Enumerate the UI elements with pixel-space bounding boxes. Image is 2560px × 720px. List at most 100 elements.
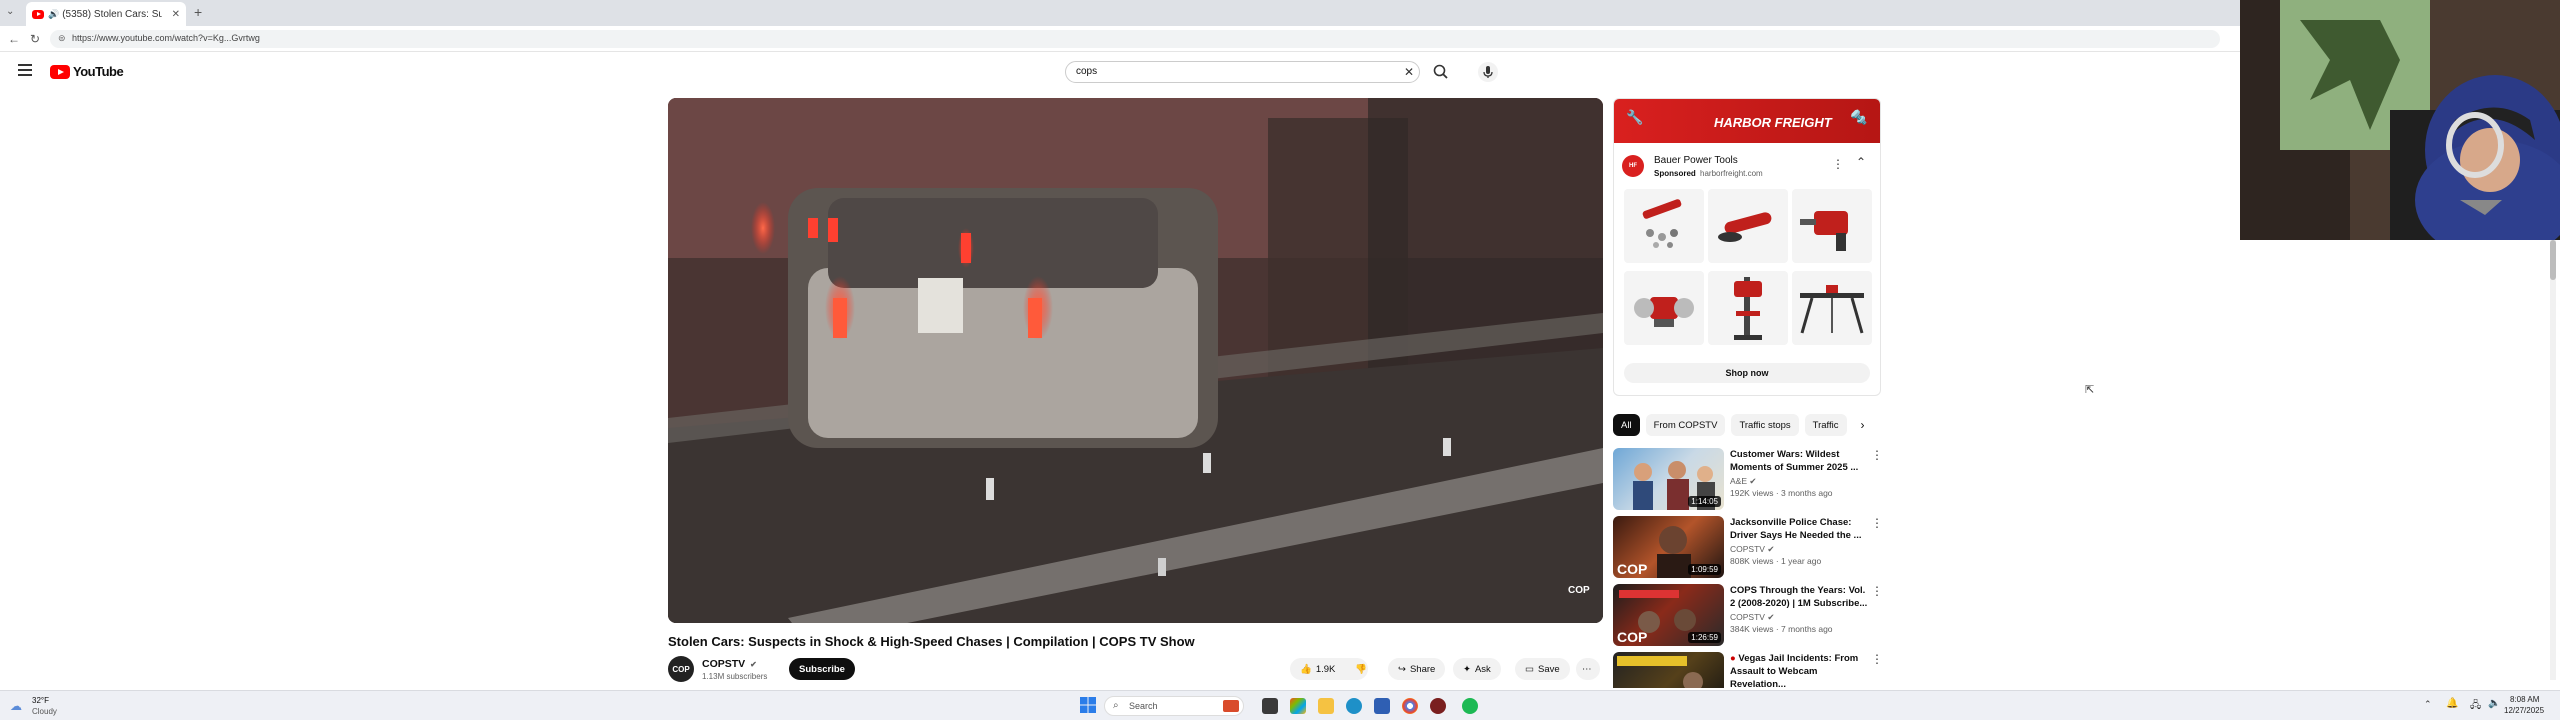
recommendation-title[interactable]: COPS Through the Years: Vol. 2 (2008-202… <box>1730 584 1870 610</box>
svg-text:COP: COP <box>1617 561 1647 577</box>
product-image-6[interactable] <box>1792 271 1872 345</box>
channel-name[interactable]: COPSTV ✔ <box>702 658 757 670</box>
recommendation-item[interactable]: COP 1:26:59 COPS Through the Years: Vol.… <box>1613 584 1893 648</box>
advertiser-name[interactable]: Bauer Power Tools <box>1654 155 1738 166</box>
collapse-chevron-up-icon[interactable]: ⌃ <box>1856 155 1866 169</box>
url-field[interactable]: ⊜ https://www.youtube.com/watch?v=Kg...G… <box>50 30 2220 48</box>
recommendation-title[interactable]: ● Vegas Jail Incidents: From Assault to … <box>1730 652 1870 688</box>
verified-icon: ✔ <box>1749 476 1757 486</box>
chip-traffic-stops[interactable]: Traffic stops <box>1731 414 1799 436</box>
recommendation-menu-icon[interactable]: ⋮ <box>1871 516 1883 530</box>
audio-playing-icon[interactable]: 🔊 <box>48 9 59 20</box>
like-count[interactable]: 1.9K <box>1316 664 1336 675</box>
ask-label: Ask <box>1474 663 1491 675</box>
chip-from-copstv[interactable]: From COPSTV <box>1645 414 1726 436</box>
search-input[interactable]: cops ✕ <box>1065 61 1420 83</box>
search-button[interactable] <box>1432 63 1450 81</box>
back-arrow-icon[interactable]: ← <box>8 32 20 46</box>
like-icon[interactable]: 👍 <box>1300 664 1312 675</box>
ask-button[interactable]: ✦ Ask <box>1453 658 1501 680</box>
recommendation-thumbnail[interactable] <box>1613 652 1724 688</box>
recommendation-menu-icon[interactable]: ⋮ <box>1871 652 1883 666</box>
video-duration: 1:09:59 <box>1688 564 1721 575</box>
browser-tab-active[interactable]: 🔊 (5358) Stolen Cars: Suspects in Sh ✕ <box>26 2 186 26</box>
recommendation-title[interactable]: Jacksonville Police Chase: Driver Says H… <box>1730 516 1870 542</box>
save-button[interactable]: ▭ Save <box>1515 658 1570 680</box>
product-image-2[interactable] <box>1708 189 1788 263</box>
product-image-5[interactable] <box>1708 271 1788 345</box>
channel-avatar[interactable]: COP <box>668 656 694 682</box>
sponsored-label: Sponsored <box>1654 169 1696 178</box>
reload-icon[interactable]: ↻ <box>30 32 40 46</box>
address-bar-row: ← ↻ ⊜ https://www.youtube.com/watch?v=Kg… <box>0 26 2240 52</box>
subscribe-button[interactable]: Subscribe <box>789 658 855 680</box>
start-button[interactable] <box>1080 697 1096 713</box>
more-actions-button[interactable]: ⋯ <box>1576 658 1600 680</box>
recommendation-thumbnail[interactable]: COP 1:26:59 <box>1613 584 1724 646</box>
show-hidden-icons-chevron-icon[interactable]: ⌃ <box>2424 699 2432 710</box>
notification-bell-icon[interactable]: 🔔 <box>2446 698 2458 709</box>
ad-options-icon[interactable]: ⋮ <box>1832 157 1844 171</box>
page-scrollbar[interactable] <box>2550 240 2556 680</box>
recommendation-thumbnail[interactable]: COP 1:09:59 <box>1613 516 1724 578</box>
recommendation-title[interactable]: Customer Wars: Wildest Moments of Summer… <box>1730 448 1870 474</box>
windows-logo-icon <box>1080 697 1096 713</box>
new-tab-button[interactable]: + <box>194 4 202 20</box>
spotify-icon[interactable] <box>1462 698 1478 714</box>
svg-text:COP: COP <box>1617 629 1647 645</box>
tab-title: (5358) Stolen Cars: Suspects in Sh <box>62 8 163 20</box>
product-image-4[interactable] <box>1624 271 1704 345</box>
chips-next-chevron-icon[interactable]: › <box>1853 414 1873 436</box>
product-image-3[interactable] <box>1792 189 1872 263</box>
edge-browser-icon[interactable] <box>1346 698 1362 714</box>
clock-date[interactable]: 12/27/2025 <box>2504 706 2544 715</box>
recommendation-item[interactable]: COP 1:09:59 Jacksonville Police Chase: D… <box>1613 516 1893 580</box>
recommendation-title-text: Vegas Jail Incidents: From Assault to We… <box>1730 653 1859 688</box>
youtube-logo[interactable]: YouTube <box>50 64 124 79</box>
chip-traffic[interactable]: Traffic <box>1804 414 1847 436</box>
recommendation-item[interactable]: ● Vegas Jail Incidents: From Assault to … <box>1613 652 1893 688</box>
chip-all[interactable]: All <box>1613 414 1640 436</box>
share-button[interactable]: ↪ Share <box>1388 658 1446 680</box>
recommendation-meta: 192K views · 3 months ago <box>1730 488 1833 498</box>
copilot-icon[interactable] <box>1290 698 1306 714</box>
search-highlight-icon <box>1223 700 1239 712</box>
subscriber-count: 1.13M subscribers <box>702 672 768 681</box>
recommendation-meta: 384K views · 7 months ago <box>1730 624 1833 634</box>
shop-now-button[interactable]: Shop now <box>1624 363 1870 383</box>
recommendation-channel-text: COPSTV <box>1730 612 1765 622</box>
recommendation-menu-icon[interactable]: ⋮ <box>1871 448 1883 462</box>
video-player[interactable]: COP <box>668 98 1603 623</box>
recommendation-channel[interactable]: A&E ✔ <box>1730 476 1757 487</box>
ad-domain: harborfreight.com <box>1700 169 1763 178</box>
recommendation-channel[interactable]: COPSTV ✔ <box>1730 544 1774 555</box>
store-icon[interactable] <box>1374 698 1390 714</box>
task-view-icon[interactable] <box>1262 698 1278 714</box>
clock-time[interactable]: 8:08 AM <box>2510 695 2539 704</box>
site-info-icon[interactable]: ⊜ <box>58 33 66 44</box>
file-explorer-icon[interactable] <box>1318 698 1334 714</box>
network-icon[interactable]: 🖧 <box>2470 698 2481 715</box>
channel-watermark[interactable]: COP <box>1568 585 1590 596</box>
recommendation-channel[interactable]: COPSTV ✔ <box>1730 612 1774 623</box>
scrollbar-thumb[interactable] <box>2550 240 2556 280</box>
chrome-icon[interactable] <box>1402 698 1418 714</box>
taskbar-search-box[interactable]: ⌕ Search <box>1104 696 1244 716</box>
guide-menu-icon[interactable] <box>18 64 32 76</box>
ad-banner[interactable]: HARBOR FREIGHT 🔧 🔩 <box>1614 99 1880 143</box>
close-tab-icon[interactable]: ✕ <box>172 9 180 20</box>
volume-icon[interactable]: 🔈 <box>2488 698 2500 709</box>
recommendation-item[interactable]: 1:14:05 Customer Wars: Wildest Moments o… <box>1613 448 1893 512</box>
recommendation-menu-icon[interactable]: ⋮ <box>1871 584 1883 598</box>
recommendation-thumbnail[interactable]: 1:14:05 <box>1613 448 1724 510</box>
voice-search-button[interactable] <box>1478 62 1498 82</box>
tab-list-chevron-icon[interactable]: ⌄ <box>6 6 14 17</box>
search-icon <box>1433 64 1448 79</box>
clear-search-icon[interactable]: ✕ <box>1404 65 1414 79</box>
verified-icon: ✔ <box>1767 544 1775 554</box>
advertiser-avatar[interactable]: HF <box>1622 155 1644 177</box>
product-image-1[interactable] <box>1624 189 1704 263</box>
sponsored-ad-card[interactable]: HARBOR FREIGHT 🔧 🔩 HF Bauer Power Tools … <box>1613 98 1881 396</box>
app-icon[interactable] <box>1430 698 1446 714</box>
dislike-icon[interactable]: 👎 <box>1355 664 1367 675</box>
